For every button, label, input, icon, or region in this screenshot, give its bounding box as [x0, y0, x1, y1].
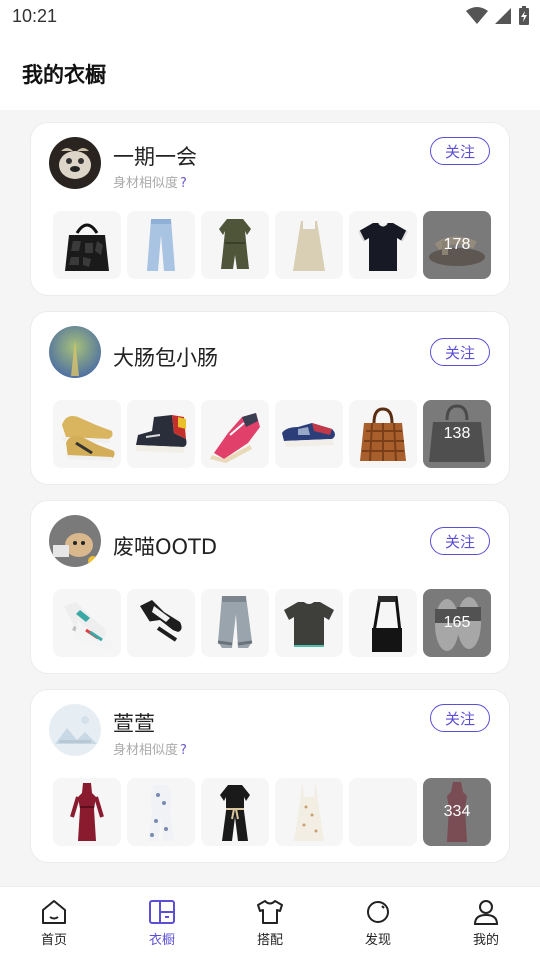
more-items-count: 138	[443, 425, 471, 442]
item-thumb-black-tote-bag[interactable]	[53, 211, 121, 279]
nav-label: 衣橱	[148, 933, 175, 948]
follow-button[interactable]: 关注	[430, 704, 490, 732]
wardrobe-thumbnails: 165	[53, 589, 491, 657]
app-header: 我的衣橱	[0, 34, 540, 110]
username[interactable]: 大肠包小肠	[113, 342, 218, 372]
similarity-label: 身材相似度	[113, 176, 179, 191]
more-items-button[interactable]: 178	[423, 211, 491, 279]
follow-button[interactable]: 关注	[430, 338, 490, 366]
nav-label: 搭配	[256, 933, 283, 948]
item-thumb-brown-handbag[interactable]	[349, 400, 417, 468]
item-thumb-black-crossbody-bag[interactable]	[349, 589, 417, 657]
wifi-icon	[466, 7, 488, 24]
wardrobe-thumbnails: 178	[53, 211, 491, 279]
page-title: 我的衣橱	[22, 63, 106, 87]
profile-icon	[473, 900, 499, 925]
nav-wardrobe[interactable]: 衣橱	[108, 887, 216, 960]
similarity-help-icon[interactable]: ?	[180, 743, 187, 758]
item-thumb-teal-sneakers[interactable]	[53, 589, 121, 657]
item-thumb-olive-romper[interactable]	[201, 211, 269, 279]
follow-button[interactable]: 关注	[430, 527, 490, 555]
nav-profile[interactable]: 我的	[432, 887, 540, 960]
status-icons	[466, 6, 530, 26]
item-thumb-gray-jogger-pants[interactable]	[201, 589, 269, 657]
username[interactable]: 一期一会	[113, 141, 197, 171]
username[interactable]: 废喵OOTD	[113, 531, 217, 561]
username[interactable]: 萱萱	[113, 708, 155, 738]
avatar[interactable]	[49, 515, 101, 567]
item-thumb-hightop-sneaker[interactable]	[127, 400, 195, 468]
follow-button[interactable]: 关注	[430, 137, 490, 165]
item-thumb-light-blue-jeans[interactable]	[127, 211, 195, 279]
nav-label: 我的	[472, 933, 499, 948]
user-card[interactable]: 一期一会 身材相似度? 关注 178	[30, 122, 510, 296]
nav-label: 首页	[40, 933, 67, 948]
status-time: 10:21	[12, 6, 58, 26]
item-thumb-black-t-shirt[interactable]	[349, 211, 417, 279]
similarity-label: 身材相似度	[113, 743, 179, 758]
nav-discover[interactable]: 发现	[324, 887, 432, 960]
home-icon	[42, 900, 66, 924]
item-thumb-yellow-sneakers[interactable]	[53, 400, 121, 468]
user-card[interactable]: 萱萱 身材相似度? 关注 334	[30, 689, 510, 863]
more-items-count: 334	[443, 803, 471, 820]
avatar[interactable]	[49, 704, 101, 756]
item-thumb-white-floral-jumpsuit[interactable]	[127, 778, 195, 846]
more-items-count: 165	[443, 614, 471, 631]
body-similarity[interactable]: 身材相似度?	[113, 739, 187, 758]
item-thumb-blue-sneaker[interactable]	[275, 400, 343, 468]
nav-outfit[interactable]: 搭配	[216, 887, 324, 960]
more-items-button[interactable]: 165	[423, 589, 491, 657]
item-thumb-black-white-sneakers[interactable]	[127, 589, 195, 657]
battery-icon	[519, 6, 529, 25]
more-items-button[interactable]: 138	[423, 400, 491, 468]
more-items-button[interactable]: 334	[423, 778, 491, 846]
item-thumb-black-jumpsuit[interactable]	[201, 778, 269, 846]
avatar[interactable]	[49, 137, 101, 189]
signal-icon	[495, 8, 511, 24]
wardrobe-thumbnails: 334	[53, 778, 491, 846]
item-thumb-beige-slip-dress[interactable]	[275, 211, 343, 279]
tshirt-icon	[257, 900, 283, 924]
wardrobe-icon	[149, 900, 175, 924]
item-thumb-pink-sneaker[interactable]	[201, 400, 269, 468]
avatar[interactable]	[49, 326, 101, 378]
discover-icon	[367, 901, 389, 923]
item-thumb-empty[interactable]	[349, 778, 417, 846]
status-bar: 10:21	[0, 0, 540, 34]
bottom-nav: 首页 衣橱 搭配 发现 我的	[0, 886, 540, 960]
nav-home[interactable]: 首页	[0, 887, 108, 960]
user-card[interactable]: 大肠包小肠 关注 138	[30, 311, 510, 485]
more-items-count: 178	[443, 236, 471, 253]
item-thumb-black-t-shirt[interactable]	[275, 589, 343, 657]
nav-label: 发现	[364, 933, 391, 948]
user-card[interactable]: 废喵OOTD 关注 165	[30, 500, 510, 674]
user-wardrobe-list[interactable]: 一期一会 身材相似度? 关注 178 大肠包小肠 关注 138 废喵OOTD 关…	[0, 110, 540, 886]
item-thumb-floral-slip-dress[interactable]	[275, 778, 343, 846]
wardrobe-thumbnails: 138	[53, 400, 491, 468]
body-similarity[interactable]: 身材相似度?	[113, 172, 187, 191]
similarity-help-icon[interactable]: ?	[180, 176, 187, 191]
item-thumb-red-dress[interactable]	[53, 778, 121, 846]
